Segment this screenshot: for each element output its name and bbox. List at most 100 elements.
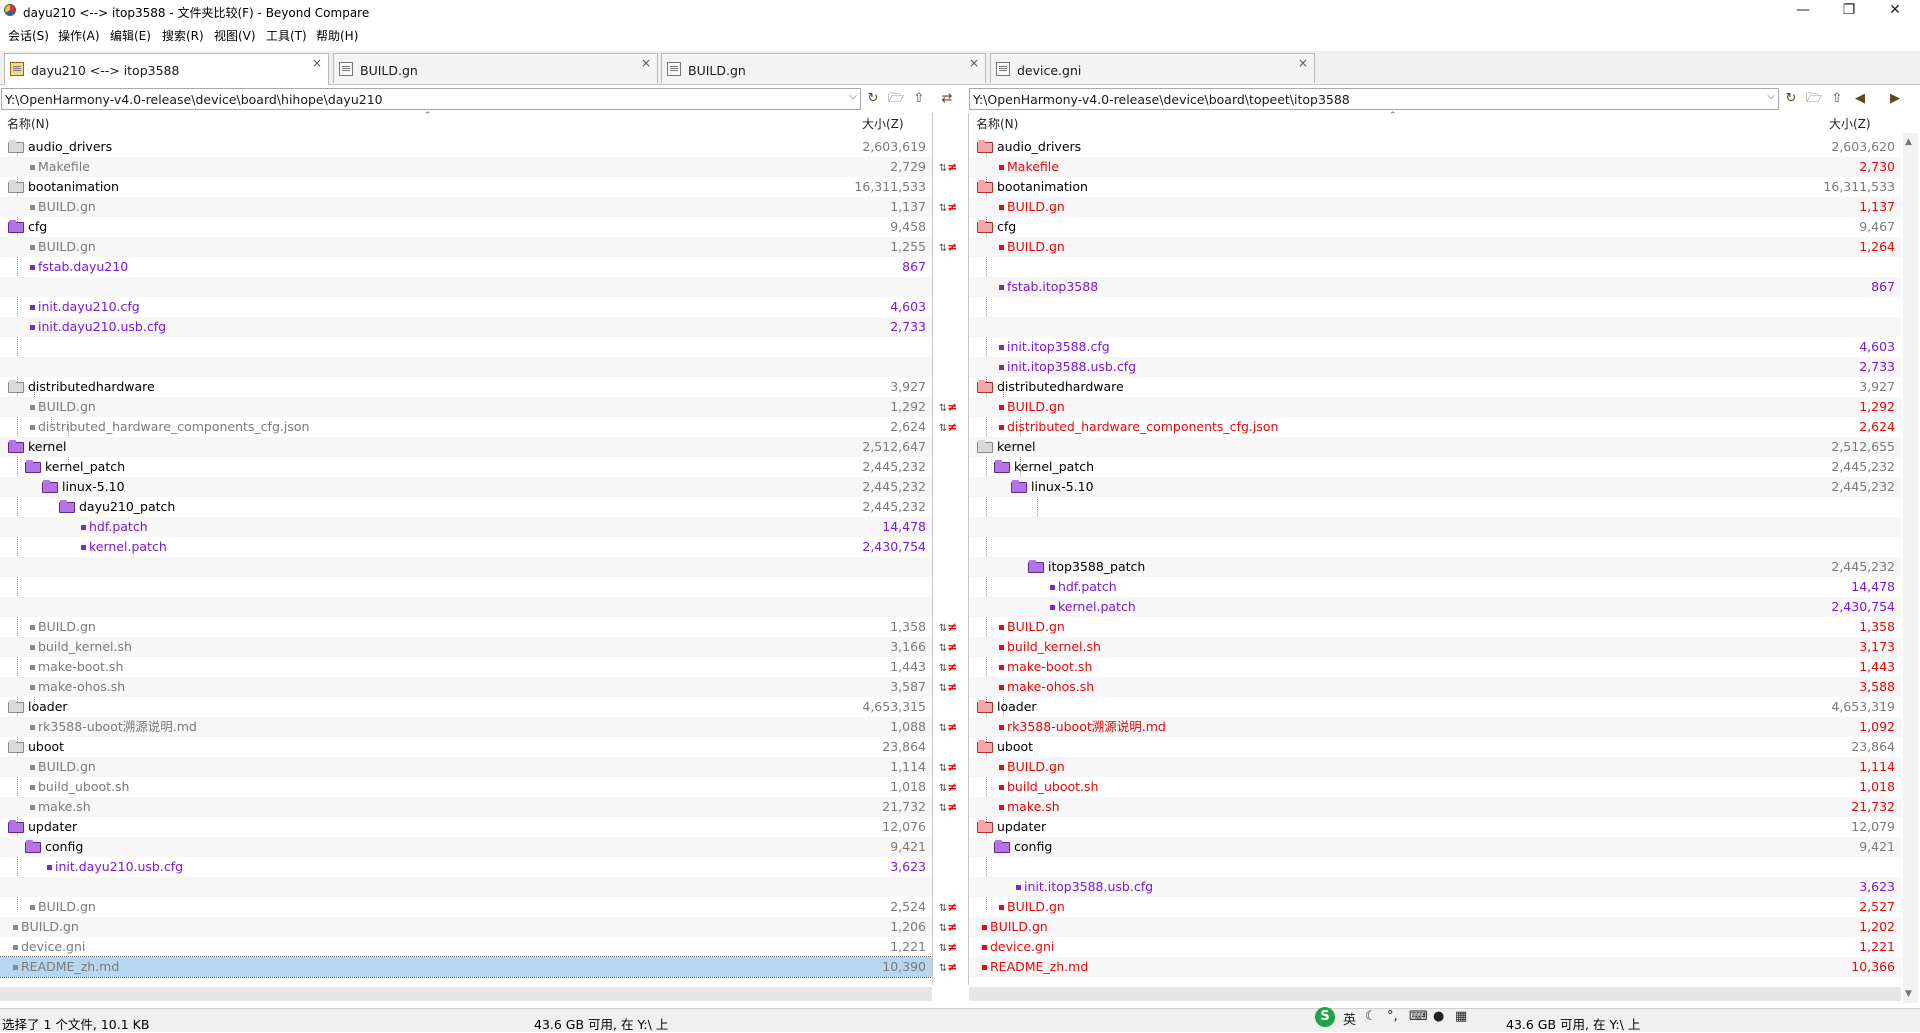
folder-row[interactable]: updater 12,076: [0, 817, 932, 837]
file-row[interactable]: fstab.dayu210 867: [0, 257, 932, 277]
folder-row[interactable]: kernel_patch 2,445,232: [0, 457, 932, 477]
file-row[interactable]: BUILD.gn 1,292: [0, 397, 932, 417]
folder-row[interactable]: cfg 9,458: [0, 217, 932, 237]
file-row[interactable]: distributed_hardware_components_cfg.json…: [0, 417, 932, 437]
file-row[interactable]: init.itop3588.usb.cfg 3,623: [969, 877, 1901, 897]
size-column-header[interactable]: 大小(Z): [1829, 115, 1871, 132]
menu-help[interactable]: 帮助(H): [316, 27, 358, 44]
file-row[interactable]: BUILD.gn 1,292: [969, 397, 1901, 417]
tab-close-icon[interactable]: ×: [1298, 56, 1308, 70]
up-folder-icon[interactable]: ⇧: [1828, 90, 1846, 108]
menu-view[interactable]: 视图(V): [214, 27, 256, 44]
file-row[interactable]: build_uboot.sh 1,018: [969, 777, 1901, 797]
tab-close-icon[interactable]: ×: [312, 56, 322, 70]
tab-build-gn-1[interactable]: BUILD.gn ×: [333, 53, 658, 83]
file-row[interactable]: BUILD.gn 1,264: [969, 237, 1901, 257]
apps-grid-icon[interactable]: ▦: [1455, 1009, 1467, 1024]
user-icon[interactable]: ●: [1433, 1009, 1444, 1024]
file-row[interactable]: init.dayu210.usb.cfg 3,623: [0, 857, 932, 877]
minimize-button[interactable]: —: [1780, 0, 1826, 22]
file-row[interactable]: init.itop3588.cfg 4,603: [969, 337, 1901, 357]
tab-close-icon[interactable]: ×: [969, 56, 979, 70]
folder-row[interactable]: distributedhardware 3,927: [0, 377, 932, 397]
file-row[interactable]: BUILD.gn 1,358: [969, 617, 1901, 637]
file-row[interactable]: BUILD.gn 1,255: [0, 237, 932, 257]
file-row[interactable]: BUILD.gn 2,524: [0, 897, 932, 917]
difference-marker-icon[interactable]: ⇅≠: [933, 717, 963, 737]
folder-row[interactable]: kernel_patch 2,445,232: [969, 457, 1901, 477]
keyboard-icon[interactable]: ⌨: [1409, 1009, 1428, 1024]
file-row[interactable]: make.sh 21,732: [0, 797, 932, 817]
scroll-up-icon[interactable]: ▲: [1905, 137, 1912, 147]
difference-marker-icon[interactable]: ⇅≠: [933, 937, 963, 957]
file-row[interactable]: make-boot.sh 1,443: [0, 657, 932, 677]
back-icon[interactable]: ◀: [1851, 90, 1869, 108]
file-row[interactable]: kernel.patch 2,430,754: [0, 537, 932, 557]
browse-folder-icon[interactable]: 🗁: [887, 90, 905, 108]
difference-marker-icon[interactable]: ⇅≠: [933, 617, 963, 637]
file-row[interactable]: BUILD.gn 1,206: [0, 917, 932, 937]
left-path-input[interactable]: Y:\OpenHarmony-v4.0-release\device\board…: [1, 88, 861, 110]
right-horizontal-scrollbar[interactable]: [969, 987, 1901, 1001]
folder-row[interactable]: bootanimation 16,311,533: [969, 177, 1901, 197]
folder-row[interactable]: audio_drivers 2,603,620: [969, 137, 1901, 157]
menu-search[interactable]: 搜索(R): [162, 27, 204, 44]
difference-marker-icon[interactable]: ⇅≠: [933, 637, 963, 657]
sogou-ime-icon[interactable]: S: [1315, 1007, 1335, 1027]
right-file-tree[interactable]: audio_drivers 2,603,620 Makefile 2,730 boota…: [969, 137, 1901, 980]
scroll-down-icon[interactable]: ▼: [1905, 989, 1912, 999]
file-row[interactable]: distributed_hardware_components_cfg.json…: [969, 417, 1901, 437]
half-width-moon-icon[interactable]: ☾: [1365, 1009, 1377, 1024]
file-row[interactable]: rk3588-uboot溯源说明.md 1,088: [0, 717, 932, 737]
difference-marker-icon[interactable]: ⇅≠: [933, 957, 963, 977]
chevron-down-icon[interactable]: ⌵: [1767, 91, 1775, 102]
file-row[interactable]: device.gni 1,221: [969, 937, 1901, 957]
empty-placeholder-row[interactable]: [969, 257, 1901, 277]
file-row[interactable]: rk3588-uboot溯源说明.md 1,092: [969, 717, 1901, 737]
difference-marker-icon[interactable]: ⇅≠: [933, 897, 963, 917]
file-row[interactable]: init.dayu210.cfg 4,603: [0, 297, 932, 317]
vertical-scrollbar[interactable]: ▲ ▼: [1903, 133, 1918, 1003]
file-row[interactable]: fstab.itop3588 867: [969, 277, 1901, 297]
menu-tools[interactable]: 工具(T): [266, 27, 307, 44]
file-row[interactable]: kernel.patch 2,430,754: [969, 597, 1901, 617]
left-horizontal-scrollbar[interactable]: [0, 987, 932, 1001]
right-path-input[interactable]: Y:\OpenHarmony-v4.0-release\device\board…: [969, 88, 1779, 110]
file-row[interactable]: README_zh.md 10,366: [969, 957, 1901, 977]
file-row[interactable]: build_kernel.sh 3,173: [969, 637, 1901, 657]
empty-placeholder-row[interactable]: [969, 317, 1901, 337]
file-row[interactable]: hdf.patch 14,478: [0, 517, 932, 537]
menu-session[interactable]: 会话(S): [8, 27, 49, 44]
empty-placeholder-row[interactable]: [0, 357, 932, 377]
file-row[interactable]: Makefile 2,729: [0, 157, 932, 177]
file-row[interactable]: build_uboot.sh 1,018: [0, 777, 932, 797]
size-column-header[interactable]: 大小(Z): [862, 115, 904, 132]
file-row[interactable]: hdf.patch 14,478: [969, 577, 1901, 597]
folder-row[interactable]: config 9,421: [0, 837, 932, 857]
folder-row[interactable]: linux-5.10 2,445,232: [969, 477, 1901, 497]
file-row[interactable]: BUILD.gn 1,358: [0, 617, 932, 637]
menu-edit[interactable]: 编辑(E): [110, 27, 151, 44]
refresh-folder-icon[interactable]: ↻: [1782, 90, 1800, 108]
file-row[interactable]: BUILD.gn 1,114: [969, 757, 1901, 777]
forward-icon[interactable]: ▶: [1886, 90, 1904, 108]
chevron-down-icon[interactable]: ⌵: [849, 91, 857, 102]
file-row[interactable]: BUILD.gn 1,114: [0, 757, 932, 777]
file-row[interactable]: device.gni 1,221: [0, 937, 932, 957]
folder-row[interactable]: kernel 2,512,655: [969, 437, 1901, 457]
file-row[interactable]: make-ohos.sh 3,587: [0, 677, 932, 697]
maximize-button[interactable]: ❐: [1826, 0, 1872, 22]
folder-row[interactable]: dayu210_patch 2,445,232: [0, 497, 932, 517]
punctuation-icon[interactable]: °,: [1387, 1009, 1398, 1024]
folder-row[interactable]: distributedhardware 3,927: [969, 377, 1901, 397]
file-row[interactable]: BUILD.gn 1,137: [969, 197, 1901, 217]
tab-device-gni[interactable]: device.gni ×: [990, 53, 1315, 83]
empty-placeholder-row[interactable]: [969, 857, 1901, 877]
empty-placeholder-row[interactable]: [0, 557, 932, 577]
file-row[interactable]: BUILD.gn 2,527: [969, 897, 1901, 917]
folder-row[interactable]: loader 4,653,319: [969, 697, 1901, 717]
folder-row[interactable]: uboot 23,864: [969, 737, 1901, 757]
file-row[interactable]: make-ohos.sh 3,588: [969, 677, 1901, 697]
difference-marker-icon[interactable]: ⇅≠: [933, 777, 963, 797]
empty-placeholder-row[interactable]: [0, 877, 932, 897]
